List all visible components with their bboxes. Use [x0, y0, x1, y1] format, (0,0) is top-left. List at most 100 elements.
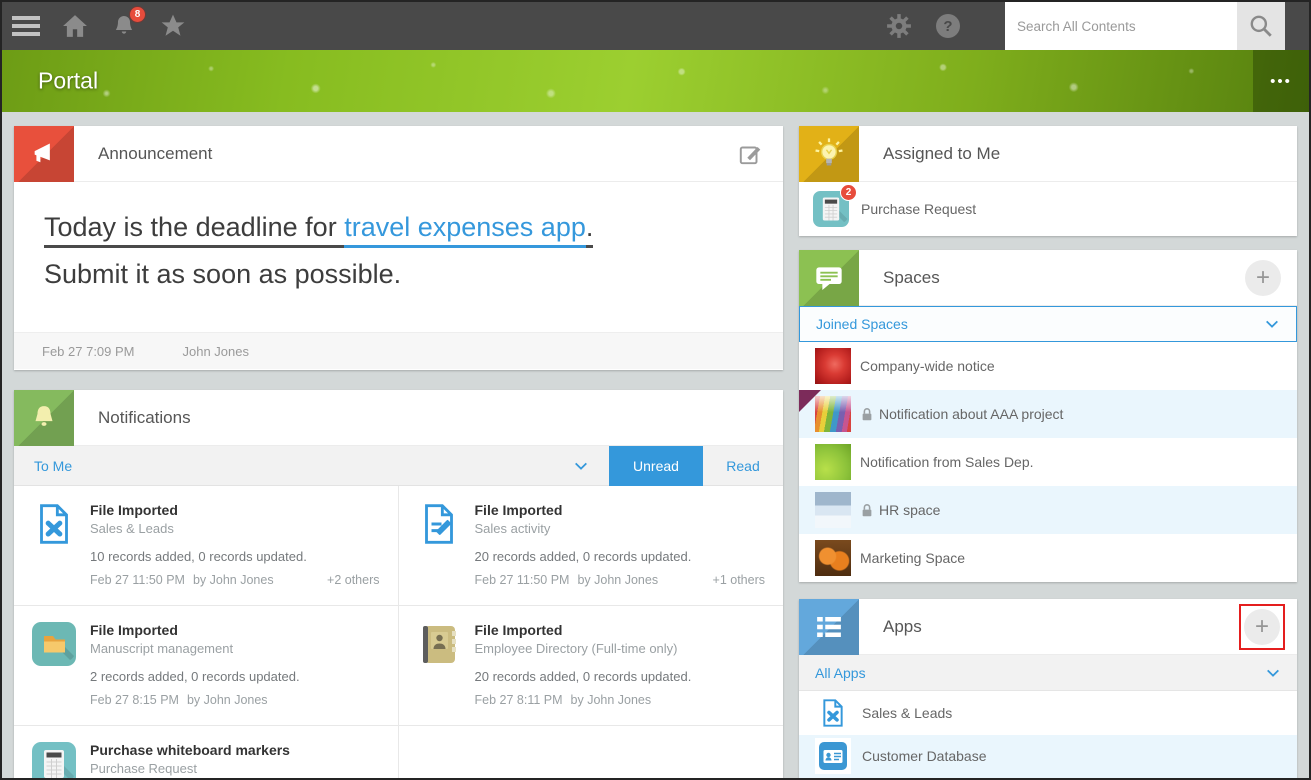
announcement-body: Today is the deadline for travel expense…	[14, 182, 783, 332]
tab-read[interactable]: Read	[703, 446, 783, 486]
card-author: by John Jones	[570, 693, 652, 707]
space-item-aaa-project[interactable]: Notification about AAA project	[799, 390, 1297, 438]
notification-card[interactable]: File Imported Sales activity 20 records …	[398, 486, 783, 606]
notifications-bell-icon[interactable]: 8	[110, 6, 146, 40]
card-date-line: Feb 27 8:11 PM by John Jones	[475, 693, 766, 707]
chevron-down-icon[interactable]	[573, 459, 589, 473]
calculator-app-icon-small: 2	[813, 183, 857, 227]
travel-expenses-app-link[interactable]: travel expenses app	[344, 212, 586, 248]
lock-icon	[860, 407, 874, 422]
file-import-x-icon	[32, 502, 76, 546]
notification-card-empty	[399, 726, 784, 778]
announcement-title: Announcement	[98, 143, 213, 163]
assigned-item-label: Purchase Request	[861, 200, 977, 217]
space-item-hr-space[interactable]: HR space	[799, 486, 1297, 534]
portal-cover-banner: Portal •••	[2, 50, 1309, 112]
space-item-marketing-space[interactable]: Marketing Space	[799, 534, 1297, 582]
space-label: Notification about AAA project	[879, 406, 1064, 422]
chevron-down-icon	[1264, 317, 1280, 331]
card-app-name: Sales activity	[474, 521, 551, 536]
notification-card-text: File Imported Employee Directory (Full-t…	[475, 622, 766, 725]
space-item-company-wide-notice[interactable]: Company-wide notice	[799, 342, 1297, 390]
bell-widget-icon	[14, 390, 74, 446]
card-author: by John Jones	[192, 573, 274, 587]
notifications-filter-dropdown[interactable]: To Me	[14, 458, 72, 474]
space-label: Marketing Space	[860, 550, 966, 566]
card-app-name: Purchase Request	[90, 761, 197, 776]
apps-filter-label: All Apps	[815, 664, 866, 681]
announcement-widget: Announcement Today is the deadline for t…	[14, 125, 783, 370]
folder-app-icon	[32, 622, 76, 666]
space-label: Notification from Sales Dep.	[860, 454, 1034, 470]
notification-card[interactable]: File Imported Employee Directory (Full-t…	[398, 606, 783, 726]
global-search	[1005, 2, 1285, 50]
app-item-customer-database[interactable]: Customer Database	[799, 734, 1297, 778]
space-thumbnail-rose	[815, 348, 851, 384]
app-label: Sales & Leads	[862, 704, 953, 721]
card-title: File Imported	[474, 502, 563, 518]
search-input[interactable]	[1005, 2, 1237, 50]
notification-card[interactable]: File Imported Manuscript management 2 re…	[14, 606, 399, 726]
add-space-button[interactable]: +	[1245, 259, 1281, 296]
notification-card[interactable]: File Imported Sales & Leads 10 records a…	[14, 486, 399, 606]
apps-widget: Apps + All Apps Sales & Leads Customer D…	[799, 599, 1297, 778]
notification-card-text: File Imported Sales activity 20 records …	[475, 502, 766, 605]
assigned-to-me-widget: Assigned to Me 2 Purchase Request	[799, 125, 1297, 236]
lock-icon	[860, 503, 874, 518]
hamburger-menu-icon[interactable]	[12, 12, 40, 40]
space-item-sales-dep[interactable]: Notification from Sales Dep.	[799, 438, 1297, 486]
notification-count-badge: 8	[129, 6, 146, 23]
notification-cards: File Imported Sales & Leads 10 records a…	[14, 486, 783, 778]
card-author: by John Jones	[577, 573, 659, 587]
apps-filter-dropdown[interactable]: All Apps	[799, 655, 1297, 692]
settings-gear-icon[interactable]	[885, 12, 913, 40]
announcement-author: John Jones	[182, 343, 250, 359]
card-date-line: Feb 27 8:15 PM by John Jones	[90, 693, 380, 707]
spaces-header: Spaces +	[799, 249, 1297, 306]
card-date-line: Feb 27 11:50 PM by John Jones +1 others	[475, 573, 766, 587]
edit-announcement-icon[interactable]	[737, 141, 763, 167]
search-button[interactable]	[1237, 2, 1285, 50]
assigned-header: Assigned to Me	[799, 125, 1297, 182]
card-detail: 20 records added, 0 records updated.	[474, 669, 692, 684]
contact-card-app-icon	[815, 738, 851, 775]
apps-list-icon	[799, 599, 859, 655]
notifications-widget: Notifications To Me Unread Read File Imp…	[14, 390, 783, 778]
spaces-filter-label: Joined Spaces	[816, 316, 908, 332]
card-title: File Imported	[90, 502, 178, 518]
address-book-icon	[417, 622, 461, 666]
notifications-filter-bar: To Me Unread Read	[14, 445, 783, 486]
page-title: Portal	[38, 67, 99, 94]
announcement-line2: Submit it as soon as possible.	[44, 259, 402, 289]
top-bar-right: ?	[885, 2, 1309, 50]
add-app-button[interactable]: +	[1244, 608, 1280, 645]
announcement-footer: Feb 27 7:09 PM John Jones	[14, 332, 783, 369]
favorites-star-icon[interactable]	[159, 12, 187, 40]
space-thumbnail-pumpkins	[815, 540, 851, 576]
card-others: +2 others	[327, 573, 380, 587]
right-column: Assigned to Me 2 Purchase Request Spaces	[799, 125, 1297, 778]
portal-more-menu-button[interactable]: •••	[1253, 50, 1309, 112]
add-app-highlight-box: +	[1239, 603, 1285, 650]
assigned-item-purchase-request[interactable]: 2 Purchase Request	[799, 182, 1297, 235]
card-title: File Imported	[474, 622, 563, 638]
spaces-filter-dropdown[interactable]: Joined Spaces	[799, 306, 1297, 342]
spaces-title: Spaces	[883, 267, 940, 287]
space-label: Company-wide notice	[860, 358, 995, 374]
app-item-sales-leads[interactable]: Sales & Leads	[799, 691, 1297, 734]
card-date: Feb 27 8:15 PM	[90, 693, 179, 707]
help-icon[interactable]: ?	[934, 12, 962, 40]
announcement-date: Feb 27 7:09 PM	[42, 343, 135, 359]
assigned-title: Assigned to Me	[883, 143, 1001, 163]
megaphone-icon	[14, 125, 74, 182]
chevron-down-icon	[1265, 666, 1281, 680]
card-detail: 10 records added, 0 records updated.	[90, 549, 307, 564]
announcement-text: Today is the deadline for	[44, 212, 345, 248]
card-detail: 2 records added, 0 records updated.	[90, 669, 300, 684]
home-icon[interactable]	[61, 12, 89, 40]
tab-unread[interactable]: Unread	[609, 445, 703, 486]
space-thumbnail-snow	[815, 492, 851, 528]
notification-card[interactable]: Purchase whiteboard markers Purchase Req…	[14, 726, 399, 778]
announcement-text-end: .	[585, 212, 594, 248]
app-label: Customer Database	[862, 748, 987, 765]
